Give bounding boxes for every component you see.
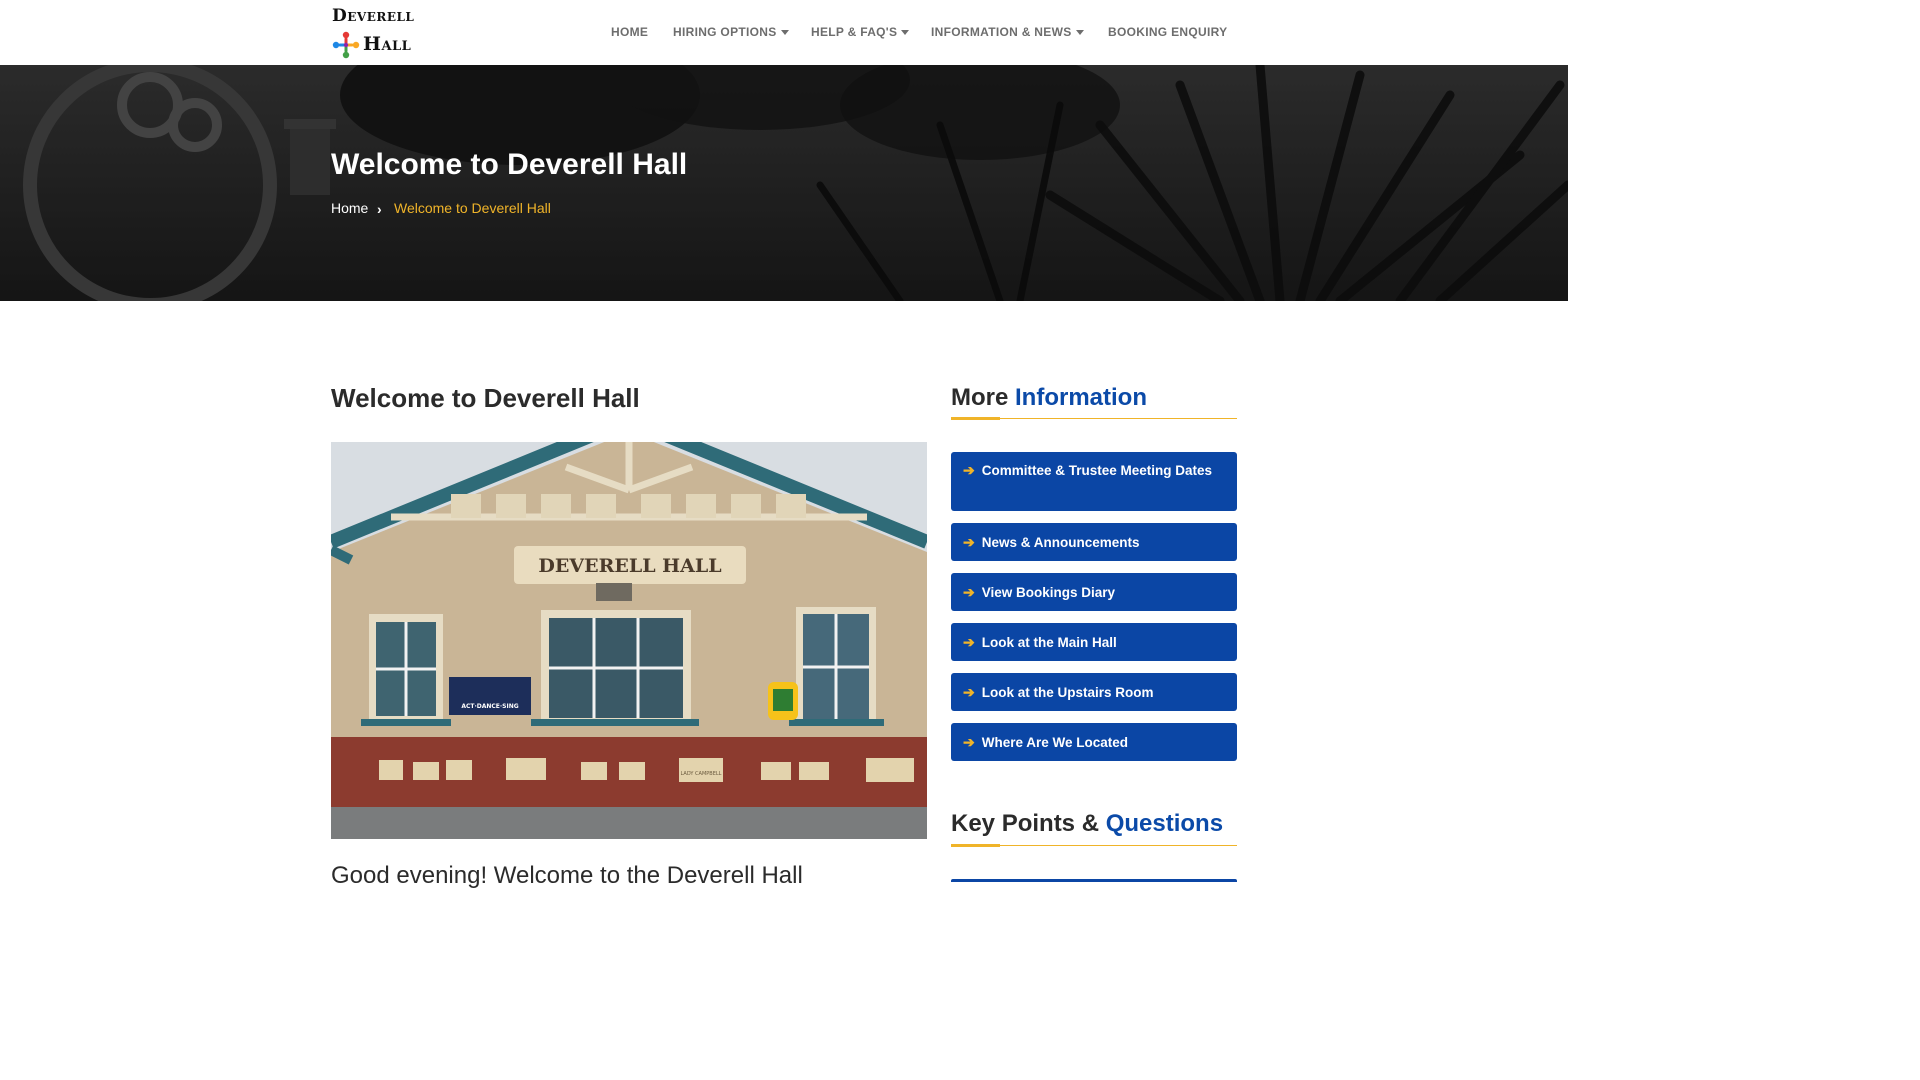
link-label: Look at the Upstairs Room — [981, 684, 1154, 700]
page-title: Welcome to Deverell Hall — [331, 383, 640, 413]
link-label: Committee & Trustee Meeting Dates — [981, 463, 1213, 478]
key-points-heading: Key Points & Questions — [951, 810, 1223, 838]
nav-information-news-label: INFORMATION & NEWS — [931, 25, 1072, 39]
hall-sign-text: DEVERELL HALL — [538, 555, 721, 577]
logo-people-icon — [332, 31, 360, 59]
nav-home[interactable]: HOME — [611, 24, 648, 40]
nav-booking-enquiry[interactable]: BOOKING ENQUIRY — [1108, 24, 1227, 40]
key-points-heading-plain: Key Points & — [951, 810, 1100, 837]
hero-banner: Welcome to Deverell Hall Home › Welcome … — [0, 65, 1568, 301]
link-label: Look at the Main Hall — [981, 634, 1117, 650]
hero-background-foliage-image — [0, 65, 1568, 301]
caret-down-icon — [901, 29, 910, 35]
nav-hiring-options[interactable]: HIRING OPTIONS — [673, 24, 789, 40]
arrow-right-icon: ➔ — [963, 462, 975, 478]
caret-down-icon — [780, 29, 789, 35]
link-label: Where Are We Located — [981, 734, 1129, 750]
key-points-heading-accent: Questions — [1105, 810, 1224, 837]
heading-underline-accent — [951, 844, 1000, 847]
more-information-heading: More Information — [951, 384, 1147, 412]
arrow-right-icon: ➔ — [963, 533, 975, 550]
arrow-right-icon: ➔ — [963, 583, 975, 600]
logo-text-hall: Hall — [363, 33, 412, 55]
link-view-bookings-diary[interactable]: ➔ View Bookings Diary — [951, 573, 1237, 611]
nav-home-label: HOME — [611, 25, 649, 39]
hero-title: Welcome to Deverell Hall — [331, 148, 688, 181]
nav-information-news[interactable]: INFORMATION & NEWS — [931, 24, 1084, 40]
logo-text-deverell: Deverell — [332, 6, 415, 26]
link-upstairs-room[interactable]: ➔ Look at the Upstairs Room — [951, 673, 1237, 711]
greeting-text: Good evening! Welcome to the Deverell Ha… — [331, 862, 803, 889]
heading-underline-accent — [951, 417, 1000, 420]
arrow-right-icon: ➔ — [963, 633, 975, 650]
link-committee-trustee-meeting-dates[interactable]: ➔ Committee & Trustee Meeting Dates — [951, 452, 1237, 511]
nav-hiring-options-label: HIRING OPTIONS — [673, 25, 777, 39]
arrow-right-icon: ➔ — [963, 683, 975, 700]
caret-down-icon — [1075, 29, 1084, 35]
arrow-right-icon: ➔ — [963, 733, 975, 750]
more-information-heading-plain: More — [951, 384, 1009, 411]
key-points-first-item[interactable] — [951, 879, 1237, 882]
chevron-right-icon: › — [377, 201, 382, 217]
link-main-hall[interactable]: ➔ Look at the Main Hall — [951, 623, 1237, 661]
nav-booking-enquiry-label: BOOKING ENQUIRY — [1108, 25, 1228, 39]
more-information-heading-accent: Information — [1015, 384, 1148, 411]
link-where-located[interactable]: ➔ Where Are We Located — [951, 723, 1237, 761]
link-label: News & Announcements — [981, 534, 1140, 550]
nav-help-faqs[interactable]: HELP & FAQ'S — [811, 24, 910, 40]
breadcrumb-current: Welcome to Deverell Hall — [394, 200, 551, 216]
breadcrumb-home-link[interactable]: Home — [331, 200, 368, 216]
hall-building-image: DEVERELL HALL ACT·DANCE·SING LADY CAMPBE… — [331, 442, 927, 839]
site-logo[interactable]: Deverell Hall — [331, 6, 421, 62]
poster-text: ACT·DANCE·SING — [461, 703, 518, 710]
nav-help-faqs-label: HELP & FAQ'S — [811, 25, 898, 39]
link-news-announcements[interactable]: ➔ News & Announcements — [951, 523, 1237, 561]
deverell-hall-photo: DEVERELL HALL ACT·DANCE·SING LADY CAMPBE… — [331, 442, 927, 839]
stone-inscription: LADY CAMPBELL — [681, 771, 722, 777]
site-header: Deverell Hall HOME HIRING OPTIONS HELP &… — [0, 0, 1568, 65]
link-label: View Bookings Diary — [981, 584, 1116, 600]
